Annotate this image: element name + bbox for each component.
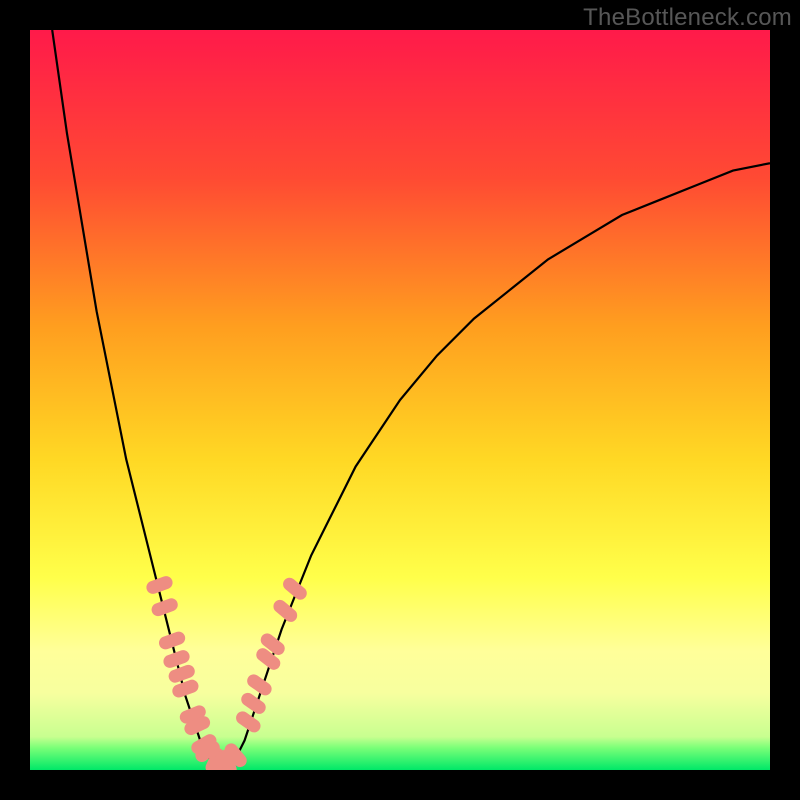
chart-svg [30,30,770,770]
chart-root: TheBottleneck.com [0,0,800,800]
watermark-text: TheBottleneck.com [583,4,792,32]
